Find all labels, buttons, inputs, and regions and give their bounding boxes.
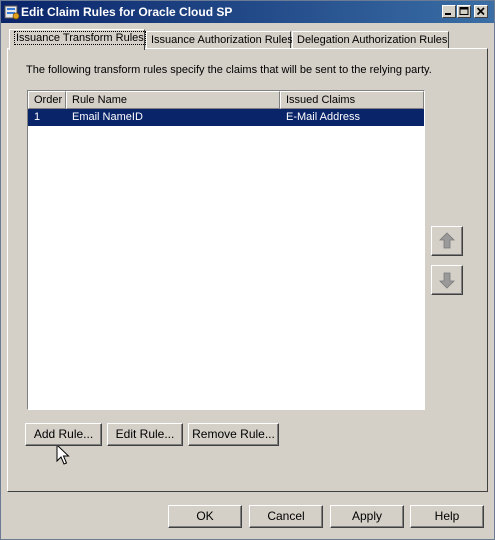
close-icon xyxy=(476,7,485,16)
table-row[interactable]: 1 Email NameID E-Mail Address xyxy=(28,109,424,126)
tab-issuance-transform-rules[interactable]: Issuance Transform Rules xyxy=(9,29,146,50)
ok-button[interactable]: OK xyxy=(168,505,242,528)
arrow-down-icon xyxy=(439,272,455,289)
tab-issuance-authorization-rules[interactable]: Issuance Authorization Rules xyxy=(146,31,293,49)
column-header-issued-claims[interactable]: Issued Claims xyxy=(280,91,424,109)
claim-rules-app-icon xyxy=(4,5,20,20)
add-rule-button[interactable]: Add Rule... xyxy=(25,423,102,446)
rules-list[interactable]: Order Rule Name Issued Claims 1 Email Na… xyxy=(27,90,425,410)
edit-rule-button[interactable]: Edit Rule... xyxy=(107,423,183,446)
cancel-button[interactable]: Cancel xyxy=(249,505,323,528)
move-up-button[interactable] xyxy=(431,226,463,256)
title-bar[interactable]: Edit Claim Rules for Oracle Cloud SP xyxy=(1,1,494,23)
tab-panel: The following transform rules specify th… xyxy=(7,48,488,492)
panel-description: The following transform rules specify th… xyxy=(26,64,432,76)
tab-delegation-authorization-rules[interactable]: Delegation Authorization Rules xyxy=(292,31,449,49)
minimize-icon xyxy=(445,13,451,15)
edit-claim-rules-dialog: Edit Claim Rules for Oracle Cloud SP Iss… xyxy=(0,0,495,540)
maximize-icon xyxy=(459,7,469,15)
maximize-button[interactable] xyxy=(457,5,471,18)
rule-name: Email NameID xyxy=(72,111,143,123)
rules-list-header: Order Rule Name Issued Claims xyxy=(28,91,424,109)
column-header-rule-name[interactable]: Rule Name xyxy=(66,91,280,109)
help-button[interactable]: Help xyxy=(410,505,484,528)
rule-order: 1 xyxy=(34,111,41,123)
tab-label: Issuance Authorization Rules xyxy=(151,34,293,46)
move-down-button[interactable] xyxy=(431,265,463,295)
remove-rule-button[interactable]: Remove Rule... xyxy=(188,423,279,446)
tab-strip: Issuance Transform Rules Issuance Author… xyxy=(7,29,487,50)
column-header-order[interactable]: Order xyxy=(28,91,66,109)
tab-label: Issuance Transform Rules xyxy=(14,31,146,45)
arrow-up-icon xyxy=(439,232,455,249)
window-title: Edit Claim Rules for Oracle Cloud SP xyxy=(21,5,233,19)
rule-issued-claims: E-Mail Address xyxy=(286,111,360,123)
tab-label: Delegation Authorization Rules xyxy=(297,34,448,46)
close-button[interactable] xyxy=(474,5,488,18)
apply-button[interactable]: Apply xyxy=(330,505,404,528)
minimize-button[interactable] xyxy=(442,5,456,18)
